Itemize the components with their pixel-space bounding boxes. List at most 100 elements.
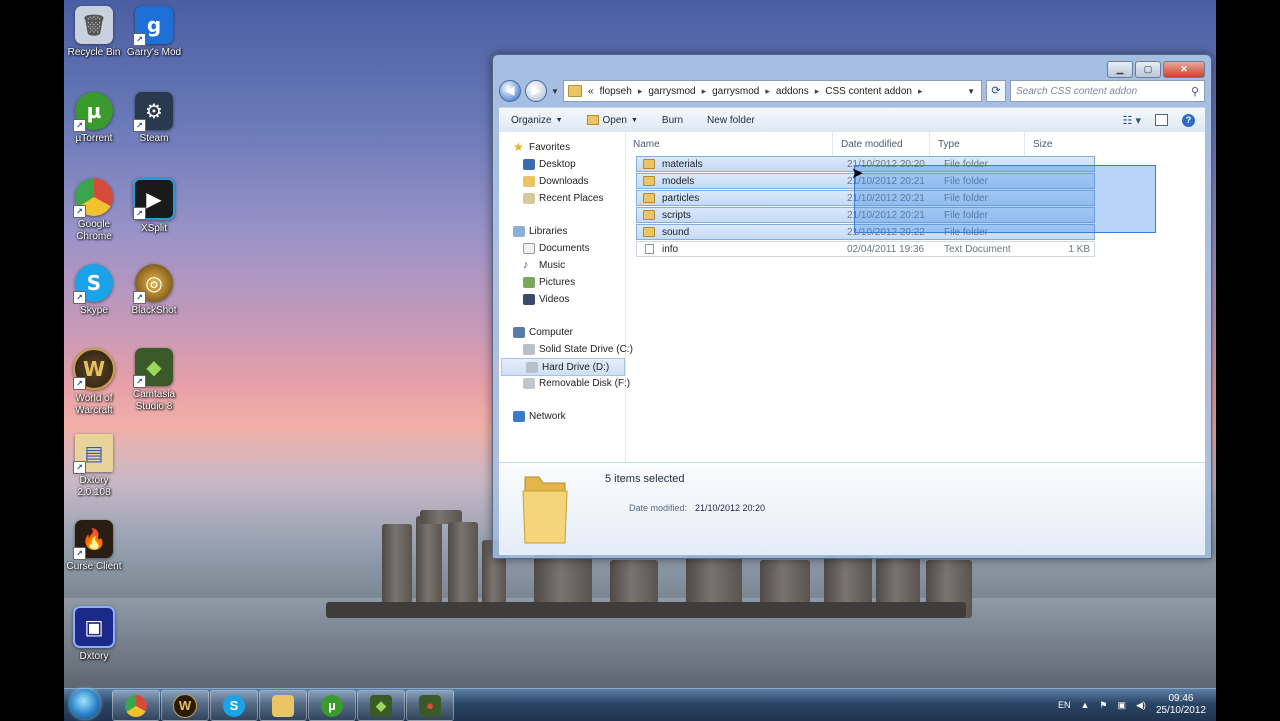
nav-music[interactable]: ♪ Music — [523, 257, 565, 273]
file-row[interactable]: info 02/04/2011 19:36 Text Document 1 KB — [636, 241, 1095, 257]
view-options-icon[interactable]: ☷ ▾ — [1123, 114, 1141, 127]
breadcrumb-garrysmod-sub[interactable]: garrysmod — [712, 86, 759, 97]
open-button[interactable]: Open ▼ — [575, 115, 650, 126]
desktop-icon-camtasia[interactable]: ◆ ↗ Camtasia Studio 8 — [124, 348, 184, 413]
chevron-right-icon[interactable]: ▸ — [918, 86, 923, 97]
column-header-date[interactable]: Date modified — [833, 132, 930, 156]
breadcrumb-overflow[interactable]: « — [588, 86, 594, 97]
desktop-icon-curse[interactable]: 🔥 ↗ Curse Client — [64, 520, 124, 573]
file-type: Text Document — [944, 243, 1011, 255]
nav-removable-disk[interactable]: Removable Disk (F:) — [523, 375, 630, 391]
nav-libraries[interactable]: Libraries — [513, 223, 567, 239]
search-icon[interactable]: ⚲ — [1191, 85, 1199, 98]
chevron-right-icon[interactable]: ▸ — [815, 86, 820, 97]
nav-label: Removable Disk (F:) — [539, 377, 631, 389]
show-hidden-icons-icon[interactable]: ▲ — [1081, 700, 1090, 710]
selection-count: 5 items selected — [605, 473, 685, 485]
camtasia-icon: ◆ ↗ — [133, 348, 173, 388]
nav-downloads[interactable]: Downloads — [523, 173, 588, 189]
nav-documents[interactable]: Documents — [523, 240, 590, 256]
desktop-icon-dxtory-folder[interactable]: ▤ ↗ Dxtory 2.0.108 — [64, 434, 124, 499]
file-name: particles — [662, 192, 700, 204]
desktop-icon-dxtory[interactable]: ▣ Dxtory — [64, 606, 124, 663]
nav-desktop[interactable]: Desktop — [523, 156, 576, 172]
close-button[interactable]: ✕ — [1163, 61, 1205, 78]
chevron-right-icon[interactable]: ▸ — [638, 86, 643, 97]
nav-ssd[interactable]: Solid State Drive (C:) — [523, 341, 633, 357]
taskbar-wow[interactable]: W — [161, 690, 209, 721]
column-header-name[interactable]: Name — [626, 132, 833, 156]
star-icon: ★ — [513, 139, 524, 154]
desktop-icon-blackshot[interactable]: ◎ ↗ BlackShot — [124, 264, 184, 317]
search-input[interactable]: Search CSS content addon ⚲ — [1010, 80, 1205, 102]
network-icon[interactable]: ▣ — [1118, 700, 1127, 711]
music-icon: ♪ — [523, 258, 529, 271]
desktop-icon-chrome[interactable]: ↗ Google Chrome — [64, 178, 124, 243]
clock[interactable]: 09:46 25/10/2012 — [1156, 693, 1206, 717]
help-icon[interactable]: ? — [1182, 113, 1195, 127]
folder-icon — [643, 210, 655, 220]
desktop-icon-label: World of Warcraft — [75, 393, 113, 416]
address-dropdown-icon[interactable]: ▼ — [967, 87, 975, 96]
maximize-button[interactable]: ▢ — [1135, 61, 1161, 78]
breadcrumb-addons[interactable]: addons — [776, 86, 809, 97]
nav-videos[interactable]: Videos — [523, 291, 569, 307]
file-name: info — [662, 243, 679, 255]
address-bar[interactable]: « flopseh ▸ garrysmod ▸ garrysmod ▸ addo… — [563, 80, 982, 102]
folder-icon — [522, 476, 568, 544]
folder-icon — [643, 193, 655, 203]
volume-icon[interactable]: ◀) — [1136, 700, 1146, 711]
minimize-button[interactable]: ▁ — [1107, 61, 1133, 78]
command-bar: Organize ▼ Open ▼ Burn New folder ☷ ▾ ? — [499, 107, 1205, 133]
file-date: 02/04/2011 19:36 — [847, 243, 925, 255]
desktop-icon-xsplit[interactable]: ▶ ↗ XSplit — [124, 178, 184, 235]
desktop-icon-label: µTorrent — [75, 133, 113, 144]
breadcrumb-garrysmod[interactable]: garrysmod — [648, 86, 695, 97]
camtasia-icon: ◆ — [370, 694, 392, 717]
documents-icon — [523, 242, 535, 254]
column-header-size[interactable]: Size — [1025, 132, 1095, 156]
chevron-right-icon[interactable]: ▸ — [765, 86, 770, 97]
taskbar-camtasia[interactable]: ◆ — [357, 690, 405, 721]
taskbar-skype[interactable]: S — [210, 690, 258, 721]
nav-favorites[interactable]: ★ Favorites — [513, 139, 570, 155]
breadcrumb-flopseh[interactable]: flopseh — [600, 86, 632, 97]
nav-network[interactable]: Network — [513, 408, 566, 424]
burn-button[interactable]: Burn — [650, 115, 695, 126]
preview-pane-icon[interactable] — [1155, 114, 1168, 126]
nav-recent-places[interactable]: Recent Places — [523, 190, 603, 206]
refresh-button[interactable]: ⟳ — [986, 80, 1006, 102]
nav-pictures[interactable]: Pictures — [523, 274, 575, 290]
taskbar-explorer[interactable] — [259, 690, 307, 721]
desktop-icon-utorrent[interactable]: µ ↗ µTorrent — [64, 92, 124, 145]
chevron-right-icon[interactable]: ▸ — [702, 86, 707, 97]
desktop-icon-skype[interactable]: S ↗ Skype — [64, 264, 124, 317]
start-button[interactable] — [70, 689, 100, 719]
drive-icon — [526, 361, 538, 373]
desktop-icon-steam[interactable]: ⚙ ↗ Steam — [124, 92, 184, 145]
taskbar-camtasia-recorder[interactable]: ● — [406, 690, 454, 721]
forward-button[interactable]: ▶ — [525, 80, 547, 102]
breadcrumb-css-content-addon[interactable]: CSS content addon — [825, 86, 912, 97]
taskbar-chrome[interactable] — [112, 690, 160, 721]
nav-hard-drive-d[interactable]: Hard Drive (D:) — [501, 358, 625, 376]
back-button[interactable]: ◀ — [499, 80, 521, 102]
desktop-icon-wow[interactable]: W ↗ World of Warcraft — [64, 348, 124, 417]
column-header-type[interactable]: Type — [930, 132, 1025, 156]
language-indicator[interactable]: EN — [1058, 700, 1071, 710]
file-name: scripts — [662, 209, 691, 221]
desktop-icon-garrys-mod[interactable]: g ↗ Garry's Mod — [124, 6, 184, 59]
curse-icon: 🔥 ↗ — [73, 520, 113, 560]
taskbar-utorrent[interactable]: µ — [308, 690, 356, 721]
desktop-icon-recycle-bin[interactable]: 🗑 Recycle Bin — [64, 6, 124, 59]
removable-disk-icon — [523, 377, 535, 389]
nav-computer[interactable]: Computer — [513, 324, 573, 340]
selection-marquee — [854, 165, 1156, 233]
open-label: Open — [602, 114, 627, 126]
organize-button[interactable]: Organize ▼ — [499, 115, 575, 126]
new-folder-button[interactable]: New folder — [695, 115, 767, 126]
explorer-window[interactable]: ▁ ▢ ✕ ◀ ▶ ▼ « flopseh ▸ garrysmod ▸ garr… — [492, 54, 1212, 559]
nav-label: Pictures — [539, 276, 576, 288]
recent-pages-dropdown[interactable]: ▼ — [551, 87, 559, 96]
action-center-icon[interactable]: ⚑ — [1099, 700, 1107, 711]
